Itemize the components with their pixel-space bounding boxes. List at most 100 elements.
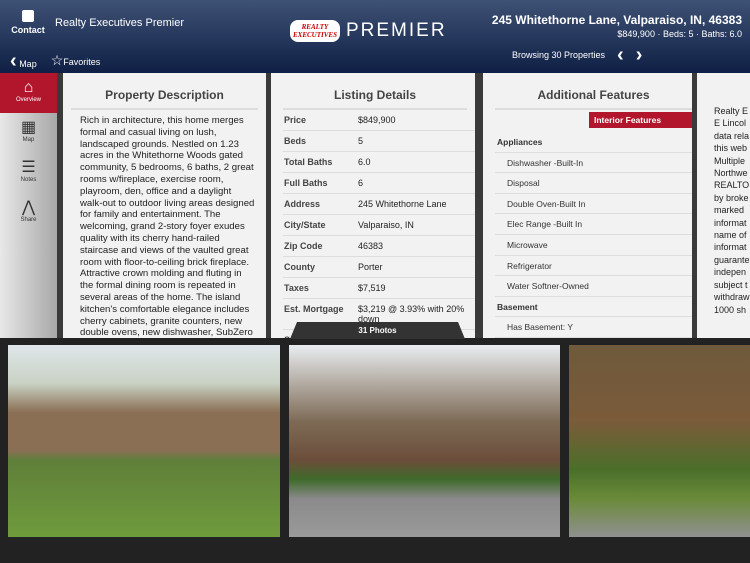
legal-text: Realty E E Lincol data rela this web Multipl…	[697, 73, 750, 316]
map-icon: ▦	[20, 119, 37, 136]
feature-item: Microwave	[495, 235, 692, 256]
photos-tab[interactable]: 31 Photos	[290, 322, 465, 339]
sidebar: ⌂ Overview ▦ Map ☰ Notes ⋀ Share	[0, 73, 57, 338]
feature-category: Appliances	[495, 132, 692, 153]
photo-1[interactable]	[8, 345, 280, 537]
panel-title: Additional Features	[495, 73, 692, 110]
legal-line: Realty E	[714, 106, 749, 116]
contact-label: Contact	[11, 25, 45, 35]
home-icon: ⌂	[23, 79, 34, 96]
row-label: Address	[283, 193, 358, 216]
feature-item: Refrigerator	[495, 256, 692, 277]
features-list: Appliances Dishwasher -Built-In Disposal Do…	[495, 132, 692, 338]
feature-category: Basement	[495, 297, 692, 318]
row-value: 6.0	[358, 151, 475, 174]
chevron-left-icon: ‹	[10, 49, 17, 72]
row-label: County	[283, 256, 358, 279]
table-row: Total Baths 6.0	[283, 151, 475, 174]
panel-title: Listing Details	[283, 73, 467, 110]
row-label: Taxes	[283, 277, 358, 300]
legal-line: by broke	[714, 192, 749, 203]
legal-line: informat	[714, 242, 747, 253]
logo: REALTY EXECUTIVES PREMIER	[290, 20, 447, 42]
table-row: Zip Code 46383	[283, 235, 475, 258]
sidebar-label: Map	[22, 137, 35, 143]
legal-line: data rela	[714, 130, 750, 141]
feature-item: Has Basement: Y	[495, 317, 692, 338]
row-label: Zip Code	[283, 235, 358, 258]
interior-features-tab[interactable]: Interior Features	[589, 112, 692, 128]
description-panel[interactable]: Property Description Rich in architectur…	[63, 73, 266, 338]
row-value: Porter	[358, 256, 475, 279]
row-value: 46383	[358, 235, 475, 258]
sidebar-item-overview[interactable]: ⌂ Overview	[0, 73, 57, 113]
row-label: City/State	[283, 214, 358, 237]
legal-line: this web	[714, 143, 748, 154]
sidebar-item-map[interactable]: ▦ Map	[0, 113, 57, 153]
legal-line: E Lincol	[714, 118, 747, 129]
map-back-button[interactable]: ‹ Map	[10, 49, 37, 72]
legal-line: withdraw	[714, 292, 750, 303]
listing-table: Price $849,900 Beds 5 Total Baths 6.0 Full Bat…	[283, 110, 475, 338]
logo-text: PREMIER	[345, 20, 447, 41]
chat-icon	[22, 10, 34, 22]
legal-line: Northwe	[714, 168, 748, 179]
notes-icon: ☰	[21, 159, 36, 176]
row-label: Price	[283, 110, 358, 132]
feature-item: Disposal	[495, 173, 692, 194]
map-back-label: Map	[19, 58, 37, 69]
features-panel[interactable]: Additional Features Interior Features Ap…	[483, 73, 692, 338]
row-value: 5	[358, 130, 475, 153]
panel-title: Property Description	[71, 73, 258, 110]
description-text: Rich in architecture, this home merges f…	[80, 115, 255, 338]
favorites-label: Favorites	[63, 57, 101, 67]
sidebar-label: Notes	[20, 177, 37, 183]
row-label: Total Baths	[283, 151, 358, 174]
share-icon: ⋀	[21, 199, 36, 216]
legal-line: informat	[714, 217, 747, 228]
row-value: 245 Whitethorne Lane	[358, 193, 475, 216]
table-row: City/State Valparaiso, IN	[283, 214, 475, 237]
legal-line: name of	[714, 230, 747, 241]
table-row: Taxes $7,519	[283, 277, 475, 300]
row-value: Valparaiso, IN	[358, 214, 475, 237]
table-row: Address 245 Whitethorne Lane	[283, 193, 475, 216]
row-value: $849,900	[358, 110, 475, 132]
star-icon: ☆	[50, 52, 64, 68]
next-property-button[interactable]: ›	[636, 45, 643, 65]
favorites-button[interactable]: ☆Favorites	[51, 52, 101, 69]
sidebar-item-notes[interactable]: ☰ Notes	[0, 153, 57, 193]
header: Contact Realty Executives Premier REALTY…	[0, 0, 750, 73]
feature-item: Dishwasher -Built-In	[495, 153, 692, 174]
listing-panel[interactable]: Listing Details Price $849,900 Beds 5 Total …	[271, 73, 475, 338]
row-value: $7,519	[358, 277, 475, 300]
sidebar-item-share[interactable]: ⋀ Share	[0, 193, 57, 233]
legal-line: guarante	[714, 254, 750, 265]
content-area: Property Description Rich in architectur…	[57, 73, 750, 338]
legal-line: Multiple	[714, 155, 746, 166]
legal-line: 1000 sh	[714, 304, 747, 315]
row-value: 6	[358, 172, 475, 195]
logo-badge: REALTY EXECUTIVES	[290, 20, 340, 42]
feature-item: Elec Range -Built In	[495, 214, 692, 235]
table-row: Full Baths 6	[283, 172, 475, 195]
feature-item: Double Oven-Built In	[495, 194, 692, 215]
photo-2[interactable]	[289, 345, 560, 537]
photo-3[interactable]	[569, 345, 750, 537]
row-label: Beds	[283, 130, 358, 153]
sidebar-label: Share	[20, 217, 37, 223]
contact-button[interactable]: Contact	[10, 10, 46, 35]
previous-property-button[interactable]: ‹	[617, 45, 624, 65]
browsing-count: Browsing 30 Properties	[512, 50, 606, 60]
property-summary: $849,900 · Beds: 5 · Baths: 6.0	[617, 29, 742, 39]
legal-line: REALTO	[714, 180, 750, 191]
legal-line: indepen	[714, 267, 747, 278]
table-row: County Porter	[283, 256, 475, 279]
property-address: 245 Whitethorne Lane, Valparaiso, IN, 46…	[491, 13, 742, 27]
row-label: Full Baths	[283, 172, 358, 195]
sidebar-label: Overview	[15, 97, 41, 103]
legal-panel[interactable]: Realty E E Lincol data rela this web Multipl…	[697, 73, 750, 338]
table-row: Beds 5	[283, 130, 475, 153]
legal-line: subject t	[714, 279, 748, 290]
agency-name: Realty Executives Premier	[55, 17, 184, 29]
